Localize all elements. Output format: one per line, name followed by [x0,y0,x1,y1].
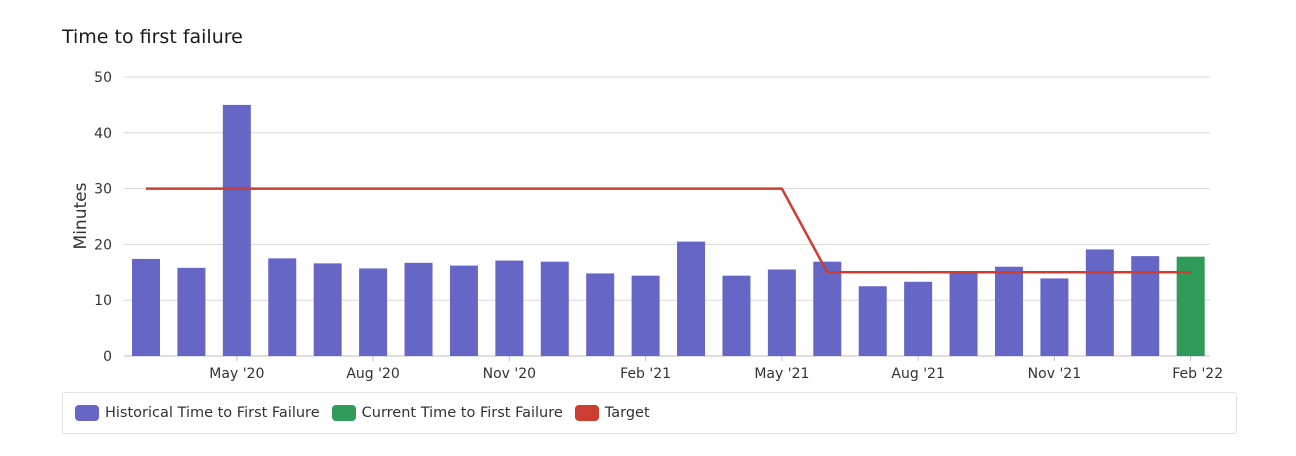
legend-item[interactable]: Historical Time to First Failure [75,405,320,421]
legend-label: Current Time to First Failure [361,405,563,421]
bar[interactable] [722,275,751,356]
x-tick-label: Nov '21 [1028,366,1081,382]
legend-swatch [574,405,599,421]
bar[interactable] [858,286,887,356]
y-tick-label: 40 [94,126,112,142]
legend-item[interactable]: Current Time to First Failure [331,405,563,421]
y-tick-label: 50 [94,70,112,86]
bar[interactable] [813,261,842,356]
bar[interactable] [359,268,388,356]
legend-label: Historical Time to First Failure [105,405,320,421]
target-line [146,187,1191,274]
bars [132,104,1205,357]
x-tick-label: Nov '20 [483,366,536,382]
y-tick-label: 20 [94,237,112,253]
target-series-line [146,187,1191,274]
x-tick-label: May '20 [209,366,264,382]
x-tick-label: Feb '21 [620,366,671,382]
y-axis-label: Minutes [71,182,91,249]
bar[interactable] [540,261,569,356]
bar-chart: 0 10 20 30 40 50 May '20 Aug '20 Nov '20 Feb '21… [71,70,1223,382]
bar[interactable] [177,267,206,356]
x-tick-label: May '21 [754,366,809,382]
bar[interactable] [767,269,796,356]
x-tick-label: Aug '21 [891,366,944,382]
bar[interactable] [1085,249,1114,356]
bar[interactable] [404,262,433,356]
bar[interactable] [677,241,706,356]
bar[interactable] [1040,278,1069,356]
y-tick-label: 30 [94,182,112,198]
bar[interactable] [631,275,660,356]
bar[interactable] [495,260,524,356]
x-tick-label: Aug '20 [346,366,399,382]
bar[interactable] [222,104,251,357]
legend-swatch [331,405,356,421]
legend-item[interactable]: Target [574,405,650,421]
y-tick-label: 0 [103,349,112,365]
bar[interactable] [449,265,478,356]
y-tick-label: 10 [94,293,112,309]
legend-label: Target [604,405,650,421]
x-tick-label: Feb '22 [1172,366,1223,382]
bar[interactable] [132,258,160,356]
legend-swatch [75,405,99,421]
bar[interactable] [949,271,978,356]
bar[interactable] [268,258,297,356]
bar[interactable] [313,263,342,356]
bar[interactable] [994,266,1023,356]
chart-legend: Historical Time to First Failure Current … [62,392,1237,434]
x-axis-ticks: May '20 Aug '20 Nov '20 Feb '21 May '21 Aug '… [209,356,1223,382]
y-axis-ticks: 0 10 20 30 40 50 [94,70,112,365]
bar[interactable] [904,281,933,356]
bar[interactable] [586,273,615,356]
